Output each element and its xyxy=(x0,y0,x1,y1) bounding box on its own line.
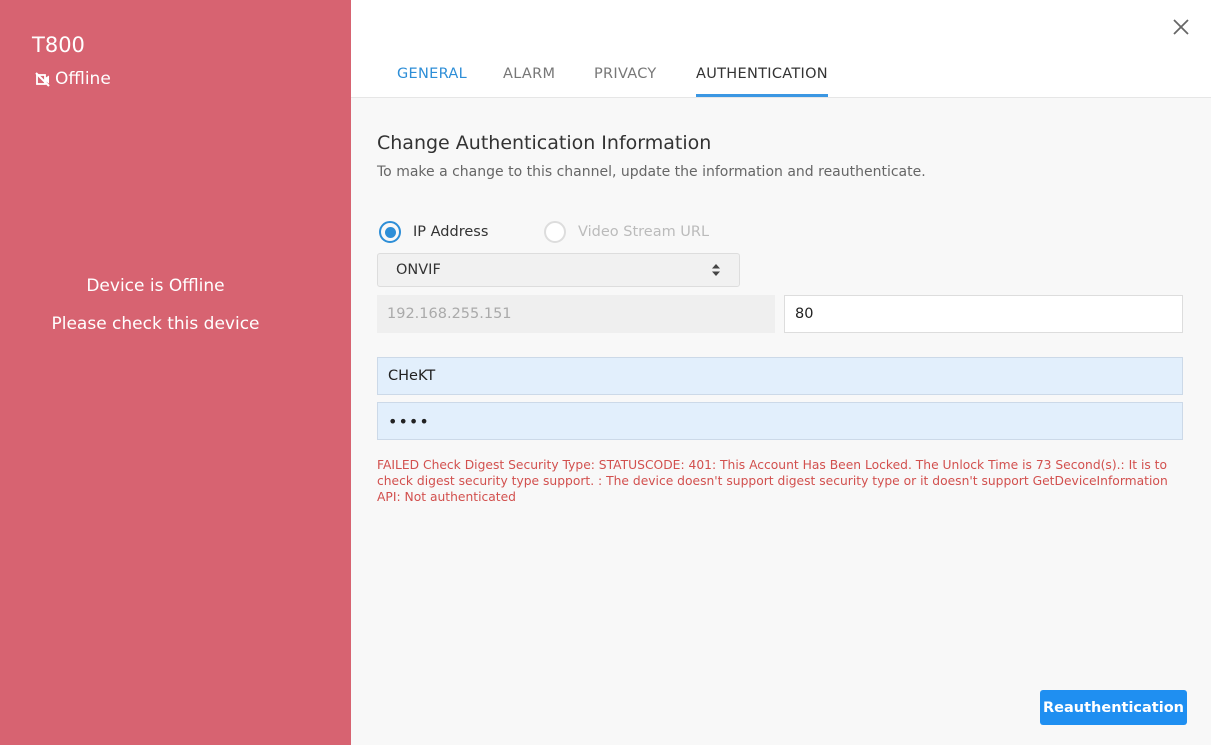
select-arrows-icon xyxy=(712,264,720,276)
radio-selected-icon xyxy=(379,221,401,243)
username-field[interactable]: CHeKT xyxy=(377,357,1183,395)
close-icon[interactable] xyxy=(1172,18,1190,36)
reauthentication-button[interactable]: Reauthentication xyxy=(1040,690,1187,725)
ip-address-field[interactable]: 192.168.255.151 xyxy=(377,295,775,333)
radio-video-stream-url[interactable]: Video Stream URL xyxy=(544,221,709,243)
section-description: To make a change to this channel, update… xyxy=(377,164,926,180)
tab-general[interactable]: GENERAL xyxy=(397,66,467,94)
password-field[interactable]: •••• xyxy=(377,402,1183,440)
radio-unselected-icon xyxy=(544,221,566,243)
tab-header: GENERAL ALARM PRIVACY AUTHENTICATION xyxy=(351,0,1211,98)
error-message: FAILED Check Digest Security Type: STATU… xyxy=(377,458,1168,504)
radio-ip-label: IP Address xyxy=(413,224,489,240)
settings-panel: GENERAL ALARM PRIVACY AUTHENTICATION Cha… xyxy=(351,0,1211,745)
radio-ip-address[interactable]: IP Address xyxy=(379,221,488,243)
radio-url-label: Video Stream URL xyxy=(578,224,710,240)
no-video-icon xyxy=(35,71,50,87)
device-status-label: Offline xyxy=(55,69,111,89)
section-title: Change Authentication Information xyxy=(377,132,712,154)
tab-privacy[interactable]: PRIVACY xyxy=(594,66,657,94)
tab-authentication[interactable]: AUTHENTICATION xyxy=(696,66,828,97)
device-status: Offline xyxy=(34,69,111,89)
protocol-value: ONVIF xyxy=(396,262,441,278)
device-name: T800 xyxy=(32,33,85,57)
offline-hint: Please check this device xyxy=(51,314,260,334)
tab-alarm[interactable]: ALARM xyxy=(503,66,555,94)
offline-title: Device is Offline xyxy=(86,276,225,296)
protocol-select[interactable]: ONVIF xyxy=(377,253,740,287)
port-field[interactable]: 80 xyxy=(784,295,1183,333)
device-sidebar: T800 Offline Device is Offline Please ch… xyxy=(0,0,351,745)
